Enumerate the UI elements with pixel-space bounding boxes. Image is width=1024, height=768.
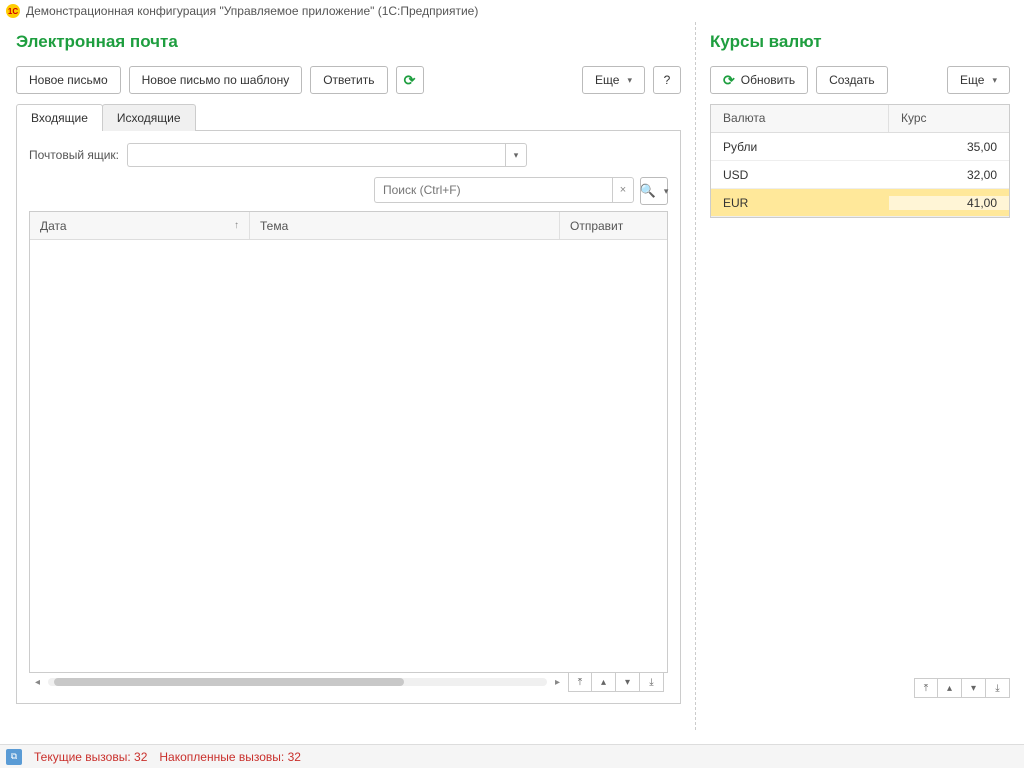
col-date[interactable]: Дата↑ (30, 212, 250, 239)
status-current-calls: Текущие вызовы: 32 (34, 750, 147, 764)
rates-more-button[interactable]: Еще▾ (947, 66, 1010, 94)
search-clear-button[interactable]: × (612, 177, 634, 203)
tab-inbox[interactable]: Входящие (16, 104, 103, 131)
col-rate[interactable]: Курс (889, 105, 1009, 132)
nav-up-button[interactable]: ▴ (592, 672, 616, 692)
hscroll-thumb[interactable] (54, 678, 404, 686)
search-input[interactable] (374, 177, 612, 203)
hscroll: ◂ ▸ ⤒ ▴ ▾ ⤓ (29, 673, 668, 691)
email-panel-title: Электронная почта (16, 32, 681, 52)
currency-table: Валюта Курс Рубли35,00USD32,00EUR41,00 (710, 104, 1010, 218)
rates-panel: Курсы валют ⟳Обновить Создать Еще▾ Валют… (696, 22, 1024, 730)
col-sender[interactable]: Отправит (560, 212, 667, 239)
currency-row[interactable]: EUR41,00 (711, 189, 1009, 217)
email-tabs: Входящие Исходящие (16, 104, 681, 131)
col-subject[interactable]: Тема (250, 212, 560, 239)
status-icon: ⧉ (6, 749, 22, 765)
currency-row[interactable]: Рубли35,00 (711, 133, 1009, 161)
chevron-down-icon: ▾ (992, 75, 997, 86)
nav-first-button[interactable]: ⤒ (914, 678, 938, 698)
status-accumulated-calls: Накопленные вызовы: 32 (159, 750, 301, 764)
currency-name: Рубли (711, 140, 889, 154)
close-icon: × (620, 184, 626, 196)
refresh-icon: ⟳ (404, 72, 416, 89)
email-table-body (30, 240, 667, 672)
email-toolbar: Новое письмо Новое письмо по шаблону Отв… (16, 66, 681, 94)
nav-down-button[interactable]: ▾ (616, 672, 640, 692)
chevron-down-icon: ▾ (627, 75, 632, 86)
inbox-panel: Почтовый ящик: ▾ × 🔍▾ Дата↑ Тема Отправи… (16, 130, 681, 704)
app-icon: 1C (6, 4, 20, 18)
currency-name: USD (711, 168, 889, 182)
help-button[interactable]: ? (653, 66, 681, 94)
tab-outbox[interactable]: Исходящие (102, 104, 196, 131)
statusbar: ⧉ Текущие вызовы: 32 Накопленные вызовы:… (0, 744, 1024, 768)
chevron-down-icon: ▾ (664, 186, 669, 197)
currency-name: EUR (711, 196, 889, 210)
currency-rate: 35,00 (889, 140, 1009, 154)
sort-asc-icon: ↑ (234, 220, 239, 231)
refresh-button[interactable]: ⟳ (396, 66, 424, 94)
currency-rate: 32,00 (889, 168, 1009, 182)
scroll-right-icon[interactable]: ▸ (553, 677, 562, 688)
create-button[interactable]: Создать (816, 66, 888, 94)
currency-row[interactable]: USD32,00 (711, 161, 1009, 189)
refresh-icon: ⟳ (723, 72, 735, 89)
col-currency[interactable]: Валюта (711, 105, 889, 132)
nav-up-button[interactable]: ▴ (938, 678, 962, 698)
rates-toolbar: ⟳Обновить Создать Еще▾ (710, 66, 1010, 94)
search-button[interactable]: 🔍▾ (640, 177, 668, 205)
reply-button[interactable]: Ответить (310, 66, 387, 94)
window-title: Демонстрационная конфигурация "Управляем… (26, 4, 478, 18)
scroll-left-icon[interactable]: ◂ (33, 677, 42, 688)
nav-first-button[interactable]: ⤒ (568, 672, 592, 692)
new-message-button[interactable]: Новое письмо (16, 66, 121, 94)
nav-last-button[interactable]: ⤓ (640, 672, 664, 692)
email-more-button[interactable]: Еще▾ (582, 66, 645, 94)
nav-last-button[interactable]: ⤓ (986, 678, 1010, 698)
email-panel: Электронная почта Новое письмо Новое пис… (0, 22, 696, 730)
search-icon: 🔍 (640, 183, 656, 199)
new-from-template-button[interactable]: Новое письмо по шаблону (129, 66, 303, 94)
titlebar: 1C Демонстрационная конфигурация "Управл… (0, 0, 1024, 22)
email-table: Дата↑ Тема Отправит (29, 211, 668, 673)
rates-refresh-button[interactable]: ⟳Обновить (710, 66, 808, 94)
rates-panel-title: Курсы валют (710, 32, 1010, 52)
currency-rate: 41,00 (889, 196, 1009, 210)
mailbox-dropdown[interactable]: ▾ (505, 143, 527, 167)
nav-down-button[interactable]: ▾ (962, 678, 986, 698)
chevron-down-icon: ▾ (514, 150, 519, 161)
mailbox-label: Почтовый ящик: (29, 148, 119, 162)
mailbox-input[interactable] (127, 143, 505, 167)
hscroll-track[interactable] (48, 678, 547, 686)
